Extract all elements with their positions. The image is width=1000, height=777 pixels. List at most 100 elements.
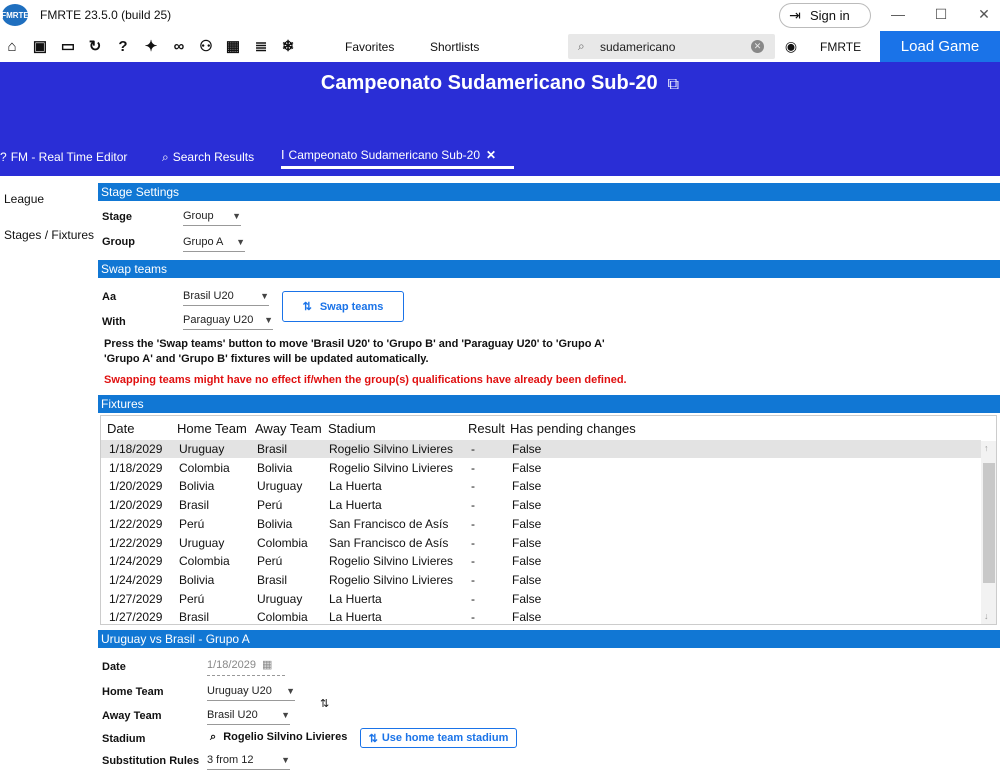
swap-home-away-icon[interactable]: ⇅ — [320, 697, 329, 710]
title-bar: FMRTE FMRTE 23.5.0 (build 25) ⇥ Sign in … — [0, 0, 1000, 31]
tab-campeonato[interactable]: Ⅰ Campeonato Sudamericano Sub-20 ✕ — [281, 145, 514, 169]
scroll-down-icon[interactable]: ↓ — [984, 611, 989, 621]
column-header-result[interactable]: Result — [468, 421, 505, 436]
table-cell: 1/24/2029 — [109, 554, 163, 569]
list-icon[interactable]: ≣ — [250, 35, 272, 57]
stage-label: Stage — [102, 211, 132, 223]
use-home-stadium-button[interactable]: ⇅ Use home team stadium — [360, 728, 517, 748]
favorites-link[interactable]: Favorites — [345, 40, 394, 54]
refresh-icon[interactable]: ↻ — [84, 35, 106, 57]
fmrte-link[interactable]: FMRTE — [820, 40, 861, 54]
sidebar-item-league[interactable]: League — [4, 192, 44, 206]
swap-teams-label: Swap teams — [319, 300, 384, 313]
table-cell: False — [512, 554, 542, 569]
search-box: ⌕ ✕ — [568, 34, 775, 59]
table-row[interactable]: 1/18/2029 Colombia Bolivia Rogelio Silvino … — [101, 459, 981, 477]
table-cell: Bolivia — [257, 460, 293, 475]
table-cell: False — [512, 516, 542, 531]
swap-note-2: 'Grupo A' and 'Grupo B' fixtures will be… — [104, 353, 429, 365]
group-dropdown[interactable]: Grupo A ▼ — [183, 234, 245, 252]
sign-in-label: Sign in — [810, 8, 850, 23]
table-row[interactable]: 1/22/2029 Uruguay Colombia San Francisco de… — [101, 534, 981, 552]
swap-teams-button[interactable]: ⇅ Swap teams — [282, 291, 404, 322]
tab-search-results[interactable]: ⌕ Search Results — [162, 145, 254, 169]
table-cell: Rogelio Silvino Livieres — [329, 572, 454, 587]
table-cell: 1/20/2029 — [109, 498, 163, 513]
table-row[interactable]: 1/24/2029 Bolivia Brasil Rogelio Silvino Li… — [101, 571, 981, 589]
snowflake-icon[interactable]: ❄ — [277, 35, 299, 57]
group-label: Group — [102, 236, 135, 248]
table-cell: Colombia — [179, 460, 230, 475]
table-cell: False — [512, 591, 542, 606]
table-row[interactable]: 1/24/2029 Colombia Perú Rogelio Silvino Liv… — [101, 552, 981, 570]
fixtures-table: Date Home Team Away Team Stadium Result … — [100, 415, 997, 625]
table-cell: 1/24/2029 — [109, 572, 163, 587]
aa-team-value: Brasil U20 — [183, 290, 234, 302]
popout-icon[interactable]: ⧉ — [668, 76, 679, 94]
close-tab-icon[interactable]: ✕ — [486, 148, 496, 162]
clear-search-icon[interactable]: ✕ — [751, 40, 764, 53]
binoculars-icon[interactable]: ∞ — [168, 35, 190, 57]
table-cell: Rogelio Silvino Livieres — [329, 554, 454, 569]
away-team-dropdown[interactable]: Brasil U20 ▼ — [207, 707, 290, 725]
with-team-dropdown[interactable]: Paraguay U20 ▼ — [183, 312, 273, 330]
table-row[interactable]: 1/22/2029 Perú Bolivia San Francisco de Así… — [101, 515, 981, 533]
discord-icon[interactable]: ◉ — [780, 36, 802, 56]
column-header-pending[interactable]: Has pending changes — [510, 421, 636, 436]
sign-in-button[interactable]: ⇥ Sign in — [779, 3, 871, 28]
aa-team-dropdown[interactable]: Brasil U20 ▼ — [183, 288, 269, 306]
table-cell: - — [471, 591, 475, 606]
table-cell: La Huerta — [329, 591, 382, 606]
table-cell: Brasil — [179, 610, 210, 625]
table-cell: Rogelio Silvino Livieres — [329, 460, 454, 475]
column-header-date[interactable]: Date — [107, 421, 134, 436]
date-field[interactable]: 1/18/2029 ▦ — [207, 656, 285, 676]
people-icon[interactable]: ⚇ — [195, 35, 217, 57]
minimize-icon[interactable]: — — [883, 2, 913, 26]
table-cell: False — [512, 535, 542, 550]
stadium-value: Rogelio Silvino Livieres — [223, 731, 348, 743]
home-icon[interactable]: ⌂ — [1, 35, 23, 57]
table-row[interactable]: 1/27/2029 Brasil Colombia La Huerta - False — [101, 608, 981, 625]
column-header-away-team[interactable]: Away Team — [255, 421, 322, 436]
substitution-rules-dropdown[interactable]: 3 from 12 ▼ — [207, 752, 290, 770]
table-row[interactable]: 1/20/2029 Bolivia Uruguay La Huerta - False — [101, 477, 981, 495]
table-row[interactable]: 1/18/2029 Uruguay Brasil Rogelio Silvino Li… — [101, 440, 981, 458]
table-row[interactable]: 1/27/2029 Perú Uruguay La Huerta - False — [101, 590, 981, 608]
close-window-icon[interactable]: ✕ — [969, 2, 999, 26]
table-row[interactable]: 1/20/2029 Brasil Perú La Huerta - False — [101, 496, 981, 514]
stage-dropdown[interactable]: Group ▼ — [183, 208, 241, 226]
column-header-stadium[interactable]: Stadium — [328, 421, 376, 436]
chevron-down-icon: ▼ — [281, 710, 290, 720]
scroll-thumb[interactable] — [983, 463, 995, 583]
load-game-button[interactable]: Load Game — [880, 31, 1000, 62]
chevron-down-icon: ▼ — [264, 315, 273, 325]
table-cell: Colombia — [179, 554, 230, 569]
calendar-icon[interactable]: ▦ — [222, 35, 244, 57]
table-cell: Uruguay — [257, 591, 303, 606]
table-scrollbar[interactable]: ↑ ↓ — [981, 441, 996, 624]
stage-value: Group — [183, 210, 214, 222]
search-input[interactable] — [600, 38, 740, 55]
app-title: FMRTE 23.5.0 (build 25) — [40, 8, 172, 22]
tab-fm-real-time-editor[interactable]: ? FM - Real Time Editor — [0, 145, 127, 169]
monitor-icon[interactable]: ▭ — [57, 35, 79, 57]
column-header-home-team[interactable]: Home Team — [177, 421, 247, 436]
table-cell: 1/20/2029 — [109, 479, 163, 494]
stadium-search[interactable]: ⌕ Rogelio Silvino Livieres — [210, 731, 347, 744]
save-icon[interactable]: ▣ — [29, 35, 51, 57]
shortlists-link[interactable]: Shortlists — [430, 40, 479, 54]
player-icon[interactable]: ✦ — [140, 35, 162, 57]
sidebar-item-stages-fixtures[interactable]: Stages / Fixtures — [4, 228, 94, 242]
calendar-icon[interactable]: ▦ — [262, 659, 272, 671]
use-home-stadium-label: Use home team stadium — [381, 732, 509, 744]
chevron-down-icon: ▼ — [281, 755, 290, 765]
maximize-icon[interactable]: ☐ — [926, 2, 956, 26]
help-icon[interactable]: ? — [112, 35, 134, 57]
table-cell: - — [471, 498, 475, 513]
home-team-dropdown[interactable]: Uruguay U20 ▼ — [207, 683, 295, 701]
scroll-up-icon[interactable]: ↑ — [984, 443, 989, 453]
table-cell: False — [512, 479, 542, 494]
substitution-rules-label: Substitution Rules — [102, 755, 200, 767]
fixture-detail-header: Uruguay vs Brasil - Grupo A — [98, 630, 1000, 648]
